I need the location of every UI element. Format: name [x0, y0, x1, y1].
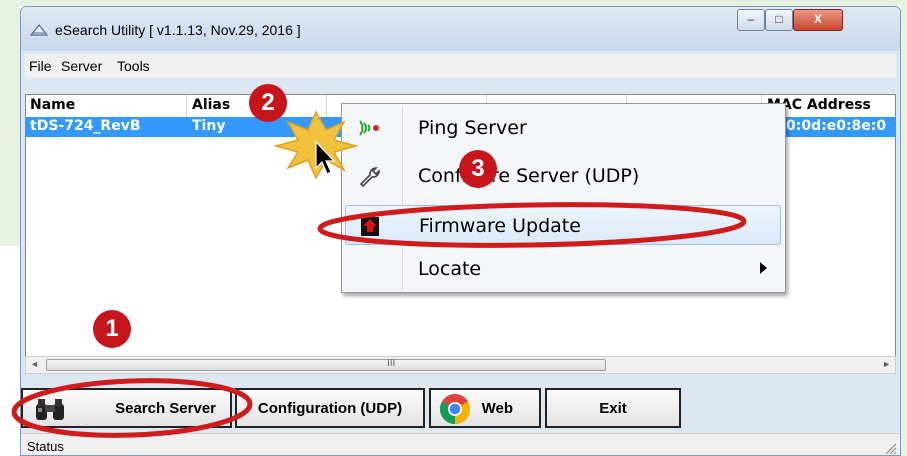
- menu-item-configure-server[interactable]: Configure Server (UDP): [345, 156, 781, 196]
- menu-file[interactable]: File: [29, 58, 52, 74]
- minimize-button[interactable]: –: [737, 9, 765, 31]
- column-separator[interactable]: [326, 95, 327, 117]
- step-badge-2: 2: [249, 84, 287, 122]
- column-name[interactable]: Name: [30, 97, 75, 113]
- cell-name: tDS-724_RevB: [30, 118, 141, 134]
- context-menu: Ping Server Configure Server (UDP) Firmw…: [341, 103, 786, 293]
- menu-item-label: Ping Server: [418, 117, 527, 139]
- close-button[interactable]: X: [793, 9, 843, 31]
- web-label: Web: [481, 399, 513, 417]
- exit-button[interactable]: Exit: [545, 388, 681, 428]
- background-right: [901, 0, 907, 456]
- column-alias[interactable]: Alias: [192, 97, 230, 113]
- column-separator[interactable]: [186, 95, 187, 117]
- cell-mac: 0:0d:e0:8e:0: [786, 118, 887, 134]
- menu-item-ping-server[interactable]: Ping Server: [345, 108, 781, 148]
- title-bar: eSearch Utility [ v1.1.13, Nov.29, 2016 …: [21, 7, 900, 51]
- chrome-icon: [439, 394, 471, 424]
- step-badge-3: 3: [459, 150, 497, 188]
- menu-server[interactable]: Server: [61, 58, 102, 74]
- scroll-grip: III: [387, 358, 396, 369]
- resize-grip-icon[interactable]: [883, 441, 897, 455]
- web-button[interactable]: Web: [429, 388, 541, 428]
- upload-icon: [361, 217, 379, 236]
- wrench-icon: [359, 167, 380, 187]
- scroll-left-arrow[interactable]: ◄: [30, 359, 39, 369]
- menu-item-locate[interactable]: Locate: [345, 249, 781, 289]
- search-server-label: Search Server: [115, 399, 216, 417]
- status-bar: Status: [21, 433, 900, 455]
- cell-alias: Tiny: [192, 118, 226, 134]
- menu-item-label: Locate: [418, 258, 482, 280]
- binoculars-icon: [36, 399, 64, 420]
- configuration-udp-button[interactable]: Configuration (UDP): [235, 388, 425, 428]
- window-title: eSearch Utility [ v1.1.13, Nov.29, 2016 …: [55, 22, 301, 38]
- scroll-thumb[interactable]: III: [46, 358, 606, 371]
- menu-tools[interactable]: Tools: [117, 58, 150, 74]
- menu-bar: File Server Tools: [25, 54, 896, 78]
- menu-item-label: Configure Server (UDP): [418, 165, 640, 187]
- app-icon: [29, 24, 49, 36]
- submenu-arrow-icon: [760, 262, 767, 274]
- step-badge-1: 1: [93, 310, 131, 348]
- scroll-right-arrow[interactable]: ►: [882, 359, 891, 369]
- menu-item-firmware-update[interactable]: Firmware Update: [345, 205, 781, 245]
- search-server-button[interactable]: Search Server: [21, 388, 232, 428]
- background-left: [0, 0, 20, 246]
- maximize-button[interactable]: □: [765, 9, 793, 31]
- horizontal-scrollbar[interactable]: ◄ III ►: [25, 356, 896, 374]
- menu-item-label: Firmware Update: [419, 215, 581, 237]
- status-text: Status: [27, 439, 64, 454]
- signal-icon: [359, 120, 379, 136]
